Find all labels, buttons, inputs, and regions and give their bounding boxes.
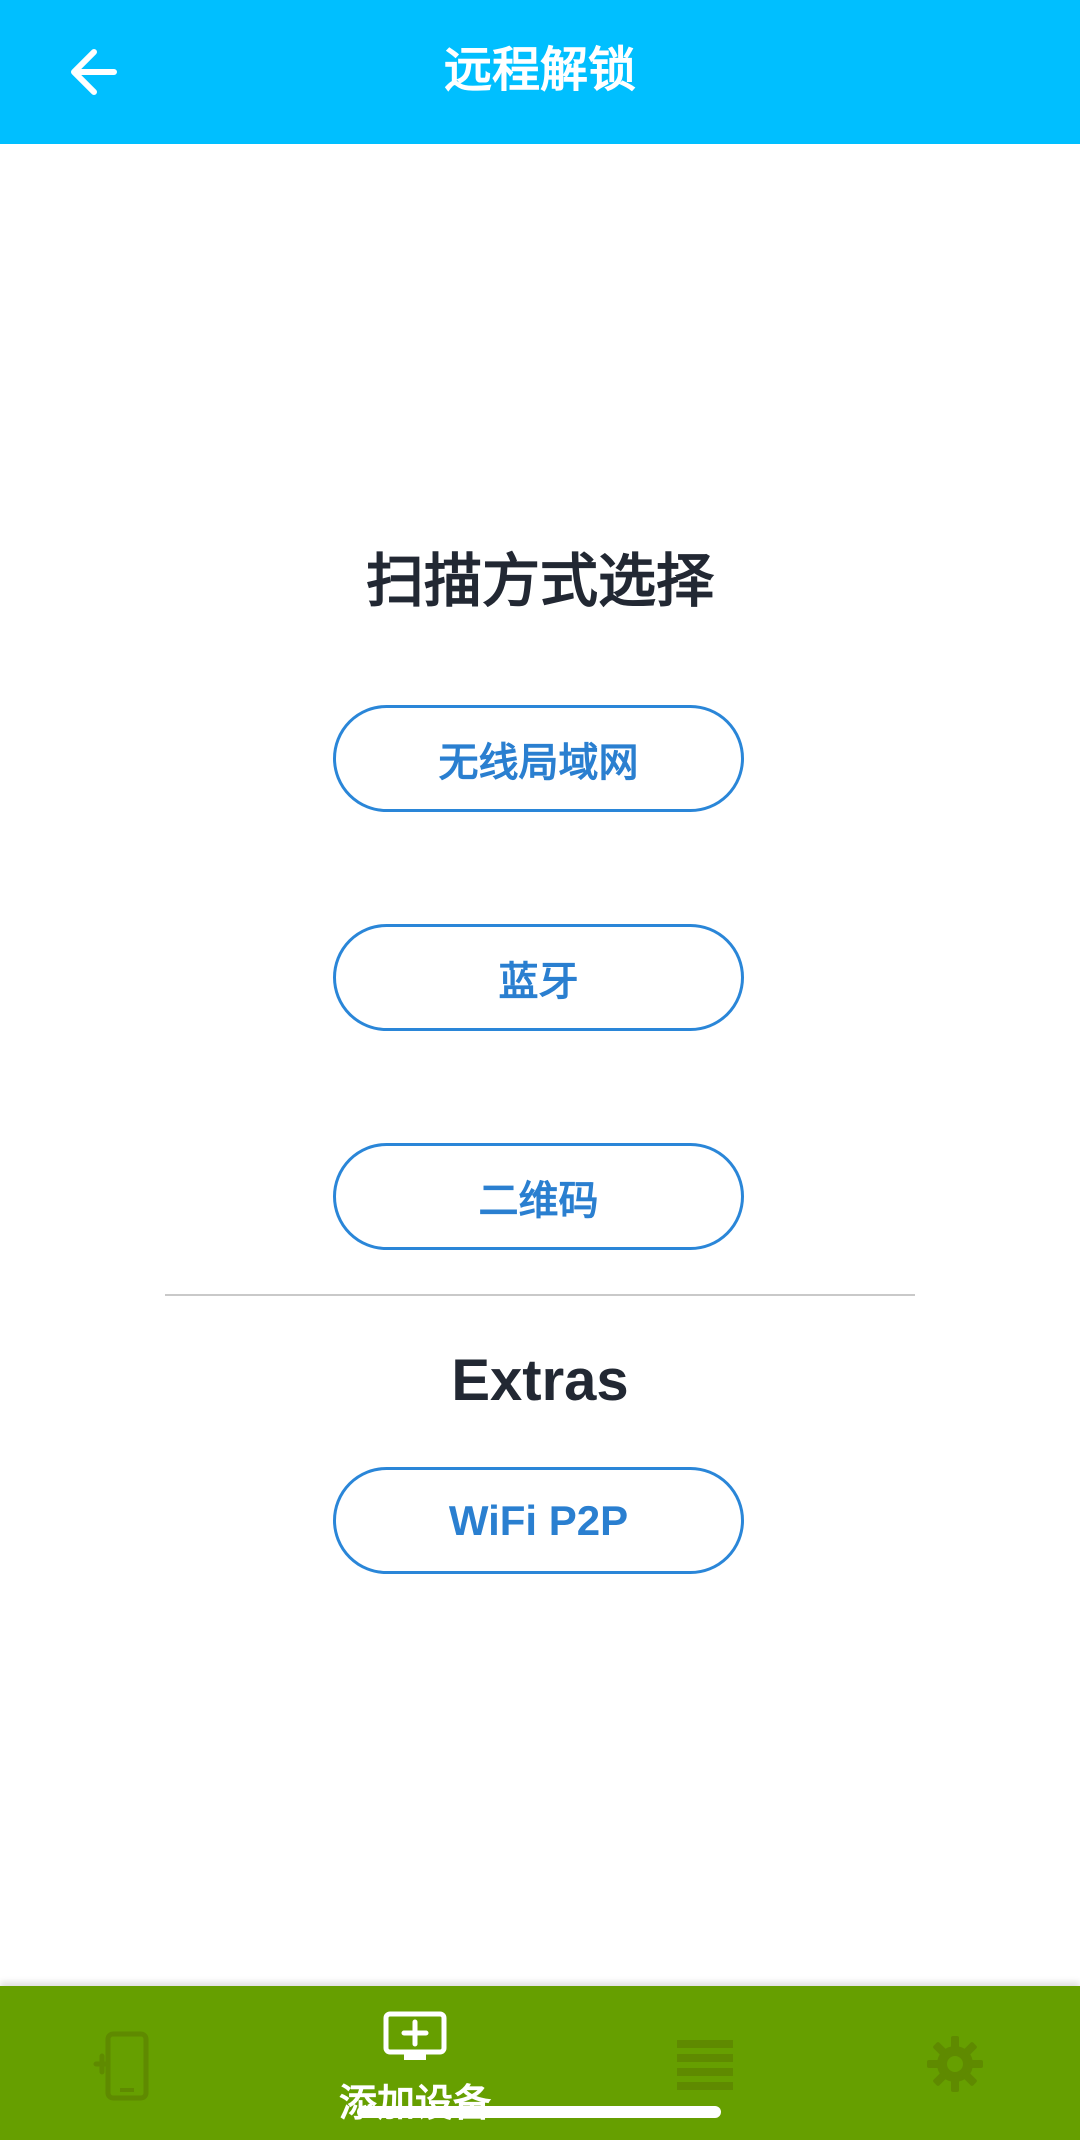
gear-icon	[927, 2036, 983, 2092]
section-divider	[165, 1294, 915, 1296]
list-icon	[677, 2040, 733, 2090]
wlan-button[interactable]: 无线局域网	[333, 705, 744, 812]
bluetooth-button[interactable]: 蓝牙	[333, 924, 744, 1031]
device-phone-icon	[93, 2031, 149, 2101]
page-title: 远程解锁	[443, 42, 636, 98]
extras-title: Extras	[451, 1348, 629, 1413]
tab-devices[interactable]	[85, 1986, 165, 2140]
scan-method-title: 扫描方式选择	[365, 547, 714, 615]
app-header: 远程解锁	[0, 0, 1080, 144]
tab-settings[interactable]	[915, 1986, 995, 2140]
tab-add-device-label: 添加设备	[338, 2081, 491, 2125]
wifi-p2p-button[interactable]: WiFi P2P	[333, 1467, 744, 1574]
qrcode-button[interactable]: 二维码	[333, 1143, 744, 1250]
home-indicator[interactable]	[357, 2106, 721, 2118]
add-device-icon	[383, 2011, 447, 2060]
